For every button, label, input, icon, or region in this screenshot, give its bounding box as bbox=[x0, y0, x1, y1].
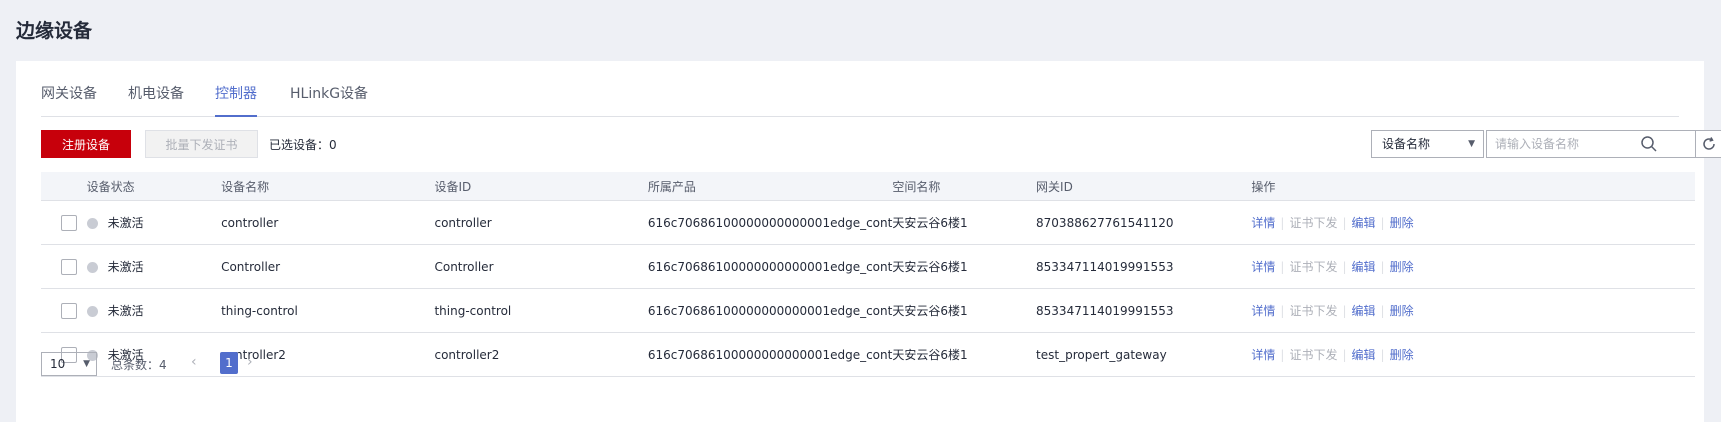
header-operations: 操作 bbox=[1251, 172, 1695, 201]
chevron-left-icon[interactable]: ‹ bbox=[191, 354, 197, 370]
divider: | bbox=[1280, 304, 1285, 318]
table-row: 未激活 Controller Controller 616c7068610000… bbox=[41, 244, 1695, 289]
device-name-cell: controller bbox=[221, 200, 435, 245]
issue-cert-link: 证书下发 bbox=[1289, 348, 1338, 362]
toolbar: 注册设备 批量下发证书 已选设备：0 设备名称 ▼ bbox=[41, 130, 1721, 158]
gateway-id-cell: test_propert_gateway bbox=[1036, 332, 1252, 377]
device-id-cell: thing-control bbox=[434, 288, 648, 333]
chevron-right-icon[interactable]: › bbox=[247, 354, 253, 370]
product-cell: 616c70686100000000000001edge_cont bbox=[647, 244, 893, 289]
product-cell: 616c70686100000000000001edge_cont bbox=[647, 332, 893, 377]
detail-link[interactable]: 详情 bbox=[1251, 260, 1275, 274]
search-field-select[interactable]: 设备名称 ▼ bbox=[1371, 130, 1484, 158]
divider: | bbox=[1380, 216, 1385, 230]
batch-issue-cert-button: 批量下发证书 bbox=[145, 130, 258, 158]
edit-link[interactable]: 编辑 bbox=[1352, 348, 1376, 362]
gateway-id-cell: 853347114019991553 bbox=[1036, 244, 1252, 289]
divider: | bbox=[1280, 216, 1285, 230]
selected-count: 已选设备：0 bbox=[269, 138, 337, 152]
page-number-current[interactable]: 1 bbox=[220, 352, 238, 374]
product-cell: 616c70686100000000000001edge_cont bbox=[647, 288, 893, 333]
device-id-cell: Controller bbox=[434, 244, 648, 289]
delete-link[interactable]: 删除 bbox=[1390, 260, 1414, 274]
status-text: 未激活 bbox=[107, 216, 144, 230]
device-table: 设备状态 设备名称 设备ID 所属产品 空间名称 网关ID 操作 未激活 con… bbox=[41, 172, 1695, 377]
header-space-name: 空间名称 bbox=[892, 172, 1037, 201]
header-device-id: 设备ID bbox=[434, 172, 648, 201]
chevron-down-icon: ▼ bbox=[83, 359, 90, 369]
space-cell: 天安云谷6楼1 bbox=[892, 332, 1037, 377]
issue-cert-link: 证书下发 bbox=[1289, 216, 1338, 230]
page-size-select[interactable]: 10 ▼ bbox=[41, 352, 97, 376]
space-cell: 天安云谷6楼1 bbox=[892, 288, 1037, 333]
tab-hlinkg-devices[interactable]: HLinkG设备 bbox=[290, 86, 368, 116]
operations-cell: 详情 | 证书下发 | 编辑 | 删除 bbox=[1251, 244, 1695, 289]
divider: | bbox=[1380, 348, 1385, 362]
edit-link[interactable]: 编辑 bbox=[1352, 304, 1376, 318]
main-card: 网关设备 机电设备 控制器 HLinkG设备 注册设备 批量下发证书 已选设备：… bbox=[16, 61, 1721, 422]
delete-link[interactable]: 删除 bbox=[1390, 216, 1414, 230]
operations-cell: 详情 | 证书下发 | 编辑 | 删除 bbox=[1251, 332, 1695, 377]
header-product: 所属产品 bbox=[647, 172, 893, 201]
header-checkbox-cell bbox=[41, 172, 87, 201]
divider: | bbox=[1342, 216, 1347, 230]
detail-link[interactable]: 详情 bbox=[1251, 304, 1275, 318]
search-icon[interactable] bbox=[1640, 135, 1658, 153]
header-device-name: 设备名称 bbox=[221, 172, 435, 201]
status-text: 未激活 bbox=[107, 260, 144, 274]
tab-controllers[interactable]: 控制器 bbox=[215, 86, 257, 117]
search-input[interactable] bbox=[1486, 130, 1704, 158]
divider: | bbox=[1280, 348, 1285, 362]
row-checkbox[interactable] bbox=[61, 214, 77, 231]
edit-link[interactable]: 编辑 bbox=[1352, 260, 1376, 274]
search-field-select-value: 设备名称 bbox=[1382, 137, 1431, 151]
table-header-row: 设备状态 设备名称 设备ID 所属产品 空间名称 网关ID 操作 bbox=[41, 172, 1695, 201]
issue-cert-link: 证书下发 bbox=[1289, 304, 1338, 318]
refresh-icon bbox=[1703, 137, 1715, 150]
operations-cell: 详情 | 证书下发 | 编辑 | 删除 bbox=[1251, 200, 1695, 245]
detail-link[interactable]: 详情 bbox=[1251, 216, 1275, 230]
divider: | bbox=[1342, 348, 1347, 362]
edit-link[interactable]: 编辑 bbox=[1352, 216, 1376, 230]
header-gateway-id: 网关ID bbox=[1036, 172, 1252, 201]
total-count: 总条数：4 bbox=[111, 358, 167, 372]
space-cell: 天安云谷6楼1 bbox=[892, 244, 1037, 289]
issue-cert-link: 证书下发 bbox=[1289, 260, 1338, 274]
status-dot-icon bbox=[86, 306, 98, 317]
table-row: 未激活 thing-control thing-control 616c7068… bbox=[41, 288, 1695, 333]
divider: | bbox=[1380, 260, 1385, 274]
tab-gateway-devices[interactable]: 网关设备 bbox=[41, 86, 97, 116]
refresh-button[interactable] bbox=[1695, 130, 1721, 158]
divider: | bbox=[1342, 260, 1347, 274]
device-id-cell: controller2 bbox=[434, 332, 648, 377]
page-title: 边缘设备 bbox=[16, 20, 93, 42]
row-checkbox[interactable] bbox=[61, 302, 77, 319]
tab-bar: 网关设备 机电设备 控制器 HLinkG设备 bbox=[41, 86, 1679, 117]
space-cell: 天安云谷6楼1 bbox=[892, 200, 1037, 245]
divider: | bbox=[1380, 304, 1385, 318]
detail-link[interactable]: 详情 bbox=[1251, 348, 1275, 362]
device-id-cell: controller bbox=[434, 200, 648, 245]
product-cell: 616c70686100000000000001edge_cont bbox=[647, 200, 893, 245]
device-name-cell: Controller bbox=[221, 244, 435, 289]
status-dot-icon bbox=[86, 218, 98, 229]
device-name-cell: thing-control bbox=[221, 288, 435, 333]
register-device-button[interactable]: 注册设备 bbox=[41, 130, 131, 158]
gateway-id-cell: 870388627761541120 bbox=[1036, 200, 1252, 245]
status-text: 未激活 bbox=[107, 304, 144, 318]
operations-cell: 详情 | 证书下发 | 编辑 | 删除 bbox=[1251, 288, 1695, 333]
divider: | bbox=[1342, 304, 1347, 318]
row-checkbox[interactable] bbox=[61, 258, 77, 275]
divider: | bbox=[1280, 260, 1285, 274]
delete-link[interactable]: 删除 bbox=[1390, 348, 1414, 362]
gateway-id-cell: 853347114019991553 bbox=[1036, 288, 1252, 333]
pagination: 10 ▼ 总条数：4 ‹ 1 › bbox=[41, 352, 441, 376]
delete-link[interactable]: 删除 bbox=[1390, 304, 1414, 318]
header-status: 设备状态 bbox=[86, 172, 222, 201]
status-dot-icon bbox=[86, 262, 98, 273]
page-size-value: 10 bbox=[50, 357, 66, 371]
tab-electromechanical-devices[interactable]: 机电设备 bbox=[128, 86, 184, 116]
table-row: 未激活 controller controller 616c7068610000… bbox=[41, 200, 1695, 245]
chevron-down-icon: ▼ bbox=[1468, 139, 1475, 149]
